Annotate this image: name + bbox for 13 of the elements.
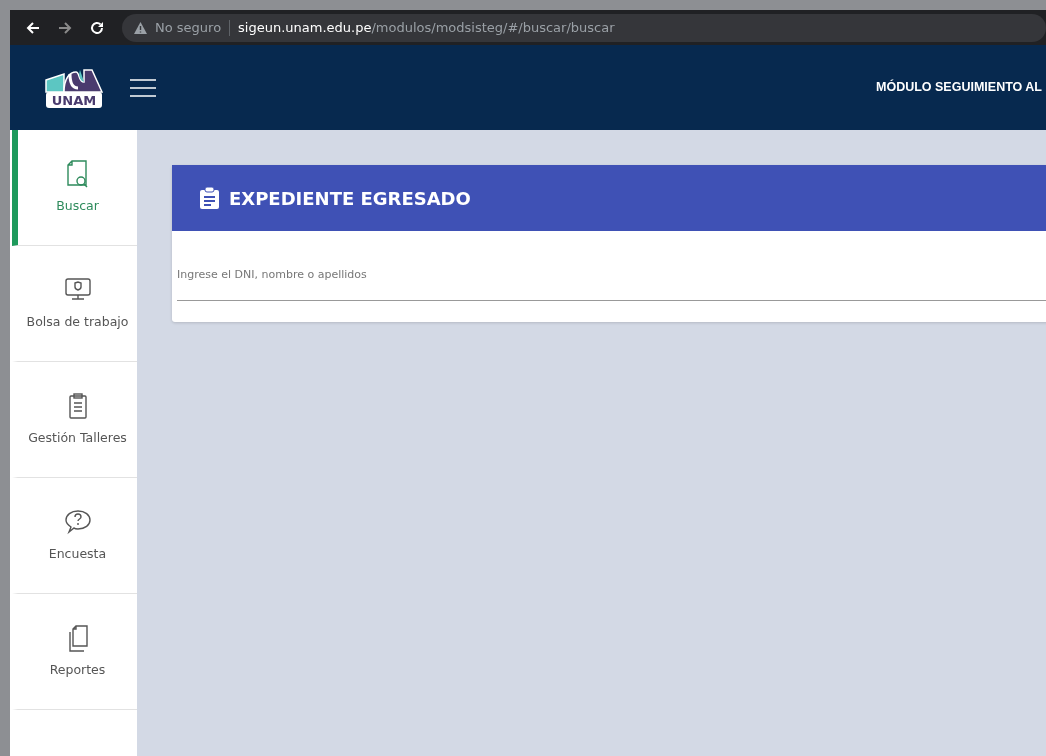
back-icon[interactable] [26,20,40,35]
clipboard-icon [200,187,219,209]
warning-icon [134,21,147,34]
reload-icon[interactable] [90,20,104,35]
menu-icon[interactable] [130,78,156,97]
url-text: sigeun.unam.edu.pe/modulos/modsisteg/#/buscar/buscar [238,18,615,37]
address-bar[interactable]: No seguro sigeun.unam.edu.pe/modulos/modsisteg/#/buscar/buscar [122,13,1046,42]
card-title: EXPEDIENTE EGRESADO [229,186,471,211]
logo: UNAM [44,65,104,110]
header-title: MÓDULO SEGUIMIENTO AL [876,78,1042,97]
sidebar-item[interactable]: Buscar [12,130,137,246]
security-label: No seguro [155,18,222,37]
forward-icon[interactable] [58,20,72,35]
